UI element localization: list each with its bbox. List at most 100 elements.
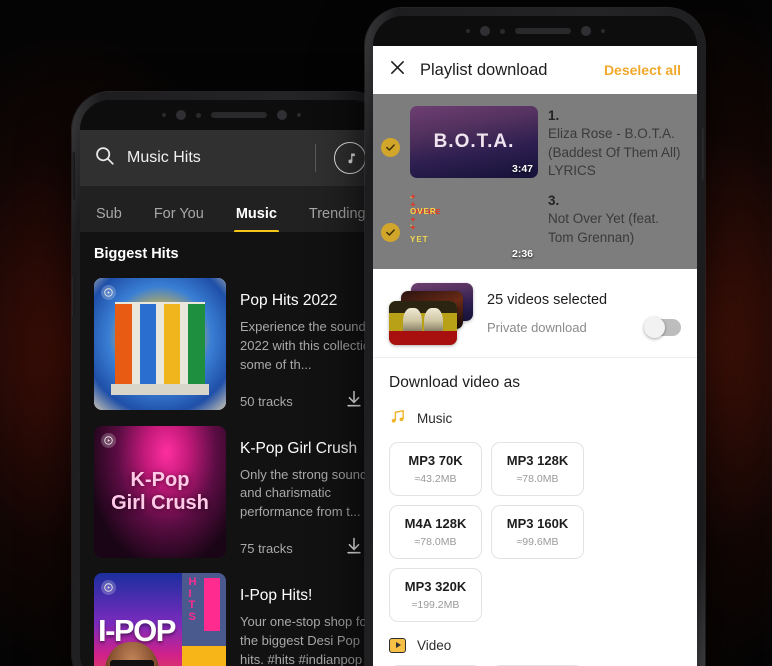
selection-summary: 25 videos selected Private download xyxy=(373,268,697,358)
sensor-dot-icon xyxy=(600,29,605,33)
download-icon[interactable] xyxy=(344,536,364,561)
playlist-meta: I-Pop Hits! Your one-stop shop for the b… xyxy=(240,573,382,666)
option-size: ≈199.2MB xyxy=(411,598,460,611)
private-download-toggle[interactable] xyxy=(644,316,681,338)
music-category-row: Music xyxy=(389,408,681,430)
video-list: B.O.T.A. 3:47 1. Eliza Rose - B.O.T.A. (… xyxy=(373,94,697,269)
phone-left-power-button[interactable] xyxy=(72,277,75,317)
search-input[interactable]: Music Hits xyxy=(127,149,303,167)
playlist-artwork-kpop-girl-crush: K-Pop Girl Crush xyxy=(94,425,226,558)
playlist-item[interactable]: Pop Hits 2022 Experience the sound of 20… xyxy=(80,272,382,420)
section-title: Biggest Hits xyxy=(80,232,382,272)
stack-thumb-front xyxy=(389,300,457,345)
search-icon xyxy=(94,145,115,171)
playlist-thumbnail-wrap: K-Pop Girl Crush xyxy=(94,425,226,562)
search-divider xyxy=(315,144,316,172)
playlist-track-count: 75 tracks xyxy=(240,541,293,557)
playlist-description: Only the strong sound and charismatic pe… xyxy=(240,466,368,520)
video-list-item[interactable]: B.O.T.A. 3:47 1. Eliza Rose - B.O.T.A. (… xyxy=(373,102,697,187)
category-tabs[interactable]: Sub For You Music Trending Cha xyxy=(80,186,382,232)
screenshot-stage: Music Hits Sub For You Music Trending Ch… xyxy=(0,0,772,666)
sensor-dot-icon xyxy=(580,26,591,36)
playlist-track-count: 50 tracks xyxy=(240,393,293,409)
music-note-icon[interactable] xyxy=(334,142,366,174)
front-camera-icon xyxy=(175,110,186,120)
video-icon xyxy=(389,637,406,653)
selected-thumbnails-stack xyxy=(389,282,473,345)
video-category-label: Video xyxy=(417,637,452,653)
search-bar[interactable]: Music Hits xyxy=(80,130,382,186)
video-list-item[interactable]: ✦ ✦ GRANDE ✦ ✦ NOT · OVER · YET 2:36 3. … xyxy=(373,187,697,269)
option-name: MP3 128K xyxy=(506,452,569,468)
artwork-title: B.O.T.A. xyxy=(433,131,515,153)
option-mp3-128k[interactable]: MP3 128K ≈78.0MB xyxy=(491,441,584,496)
tab-sub[interactable]: Sub xyxy=(80,206,138,233)
phone-device-right: Playlist download Deselect all B.O.T.A. … xyxy=(365,8,705,666)
option-mp3-320k[interactable]: MP3 320K ≈199.2MB xyxy=(389,567,482,622)
option-m4a-128k[interactable]: M4A 128K ≈78.0MB xyxy=(389,504,482,559)
download-as-heading: Download video as xyxy=(389,373,520,391)
sensor-dot-icon xyxy=(499,28,505,34)
video-app-content: Music Hits Sub For You Music Trending Ch… xyxy=(80,130,382,666)
selected-count-label: 25 videos selected xyxy=(487,291,608,308)
download-icon[interactable] xyxy=(344,389,364,414)
video-thumbnail: B.O.T.A. 3:47 xyxy=(410,106,538,178)
summary-meta: 25 videos selected Private download xyxy=(487,291,681,338)
sensor-dot-icon xyxy=(195,112,201,118)
front-camera-icon xyxy=(479,26,490,36)
playlist-title: K-Pop Girl Crush xyxy=(240,439,358,457)
sensor-dot-icon xyxy=(296,113,301,117)
sensor-dot-icon xyxy=(465,29,470,33)
video-index: 1. xyxy=(548,108,560,123)
playlist-thumbnail-wrap xyxy=(94,278,226,414)
phone-right-power-button[interactable] xyxy=(702,128,705,180)
music-note-icon xyxy=(389,408,406,430)
play-badge-icon xyxy=(101,285,116,300)
play-badge-icon xyxy=(101,432,116,448)
playlist-item[interactable]: I-POP HITS I-Pop Hits! Your one-stop sho… xyxy=(80,567,382,666)
playlist-meta: K-Pop Girl Crush Only the strong sound a… xyxy=(240,426,382,562)
music-options-grid: MP3 70K ≈43.2MB MP3 128K ≈78.0MB M4A 128… xyxy=(389,441,681,622)
earpiece-speaker-icon xyxy=(210,112,267,118)
playlist-description: Your one-stop shop for the biggest Desi … xyxy=(240,614,372,666)
checkbox-checked-icon[interactable] xyxy=(381,138,400,157)
video-title: Eliza Rose - B.O.T.A. (Baddest Of Them A… xyxy=(548,126,681,179)
close-icon[interactable] xyxy=(389,59,406,81)
tab-for-you[interactable]: For You xyxy=(138,206,220,233)
playlist-thumbnail-wrap: I-POP HITS xyxy=(94,573,226,666)
earpiece-speaker-icon xyxy=(514,28,571,34)
phone-device-left: Music Hits Sub For You Music Trending Ch… xyxy=(72,92,390,666)
private-download-label: Private download xyxy=(487,319,587,335)
phone-left-notch xyxy=(80,100,382,130)
option-name: MP3 320K xyxy=(404,578,467,594)
checkbox-checked-icon[interactable] xyxy=(381,222,400,242)
play-badge-icon xyxy=(101,580,116,596)
artwork-label-secondary: HITS xyxy=(188,576,197,623)
playlist-title: I-Pop Hits! xyxy=(240,587,313,605)
playlist-title: Pop Hits 2022 xyxy=(240,292,338,309)
option-name: M4A 128K xyxy=(404,515,467,531)
video-title: Not Over Yet (feat. Tom Grennan) xyxy=(548,210,660,245)
video-duration: 3:47 xyxy=(511,163,533,175)
phone-right-screen: Playlist download Deselect all B.O.T.A. … xyxy=(373,16,697,666)
option-name: MP3 70K xyxy=(408,452,463,468)
option-size: ≈78.0MB xyxy=(414,535,457,548)
video-meta: 3. Not Over Yet (feat. Tom Grennan) xyxy=(548,191,687,247)
playlist-item[interactable]: K-Pop Girl Crush K-Pop Girl Crush Only th… xyxy=(80,420,382,568)
deselect-all-button[interactable]: Deselect all xyxy=(604,62,681,78)
option-size: ≈78.0MB xyxy=(516,472,559,485)
playlist-meta: Pop Hits 2022 Experience the sound of 20… xyxy=(240,278,382,414)
playlist-artwork-ipop-hits: I-POP HITS xyxy=(94,573,226,666)
playlist-description: Experience the sound of 2022 with this c… xyxy=(240,319,381,372)
playlist-artwork-pop-hits xyxy=(94,278,226,410)
option-mp3-160k[interactable]: MP3 160K ≈99.6MB xyxy=(491,504,584,559)
option-size: ≈99.6MB xyxy=(516,535,559,548)
option-mp3-70k[interactable]: MP3 70K ≈43.2MB xyxy=(389,441,482,496)
video-meta: 1. Eliza Rose - B.O.T.A. (Baddest Of The… xyxy=(548,106,687,181)
download-options-section: Download video as Music MP3 70K ≈43.2MB … xyxy=(373,357,697,666)
tab-music[interactable]: Music xyxy=(220,206,293,232)
phone-left-volume-button[interactable] xyxy=(72,152,75,200)
option-name: MP3 160K xyxy=(506,515,569,531)
video-category-row: Video xyxy=(389,637,681,653)
download-header: Playlist download Deselect all xyxy=(373,46,697,94)
